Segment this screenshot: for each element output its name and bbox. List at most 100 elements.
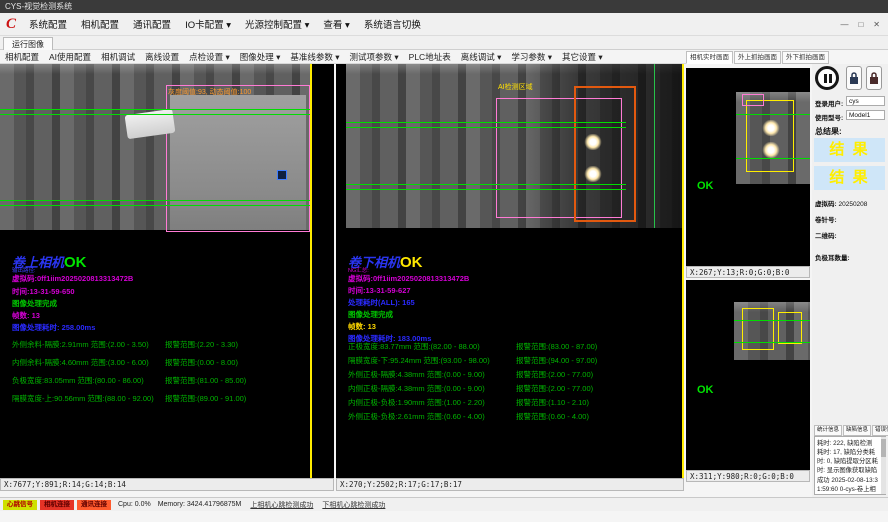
log-tab-strip: 统计信息 缺陷信息 错误信息 xyxy=(814,425,888,436)
roi-box-yellow xyxy=(746,100,794,172)
pause-button[interactable] xyxy=(815,66,839,90)
scrollbar-thumb[interactable] xyxy=(881,439,886,457)
status-bar: 心跳信号 相机连接 通讯连接 Cpu: 0.0% Memory: 3424.41… xyxy=(0,497,888,511)
measurement-alarm: 报警范围:(81.00 - 85.00) xyxy=(165,375,246,386)
login-user-label: 登录用户: xyxy=(815,98,843,108)
memory-usage: Memory: 3424.41796875M xyxy=(158,501,242,508)
tool-ai-usage-config[interactable]: AI使用配置 xyxy=(44,51,96,63)
menu-bar: C 系统配置 相机配置 通讯配置 IO卡配置 ▾ 光源控制配置 ▾ 查看 ▾ 系… xyxy=(0,13,888,36)
bottom-snapshot-panel[interactable]: OK xyxy=(686,280,810,470)
bottom-camera-total-elapsed: 处理耗时(ALL): 165 xyxy=(348,297,415,308)
measurement-row: 外侧正极-隔膜:4.38mm 范围:(0.00 - 9.00) xyxy=(348,369,485,380)
roi-box-yellow xyxy=(742,308,774,350)
camera-lock-button-2[interactable] xyxy=(866,66,882,90)
baseline-line xyxy=(0,205,310,206)
tool-offline-settings[interactable]: 离线设置 xyxy=(140,51,184,63)
marker-square xyxy=(277,170,287,180)
model-field[interactable]: Model1 xyxy=(846,110,885,120)
menu-item-light-config[interactable]: 光源控制配置 ▾ xyxy=(238,17,316,31)
tab-top-snapshot[interactable]: 外上抓拍画面 xyxy=(734,51,781,64)
bottom-camera-code: 虚拟码:0ff1iim2025020813313472B xyxy=(348,273,469,284)
bottom-camera-frames: 帧数: 13 xyxy=(348,321,376,332)
toolbar: 相机配置 AI使用配置 相机调试 离线设置 点检设置 ▾ 图像处理 ▾ 基准线参… xyxy=(0,50,686,64)
top-snapshot-panel[interactable]: OK xyxy=(686,68,810,266)
top-camera-coord-bar: X:7677;Y:891;R:14;G:14;B:14 xyxy=(0,478,334,491)
tool-other-settings[interactable]: 其它设置 ▾ xyxy=(557,51,608,63)
tool-camera-debug[interactable]: 相机调试 xyxy=(96,51,140,63)
heartbeat-status-badge: 心跳信号 xyxy=(3,500,37,510)
baseline-line xyxy=(736,114,810,115)
tool-baseline-params[interactable]: 基准线参数 ▾ xyxy=(285,51,344,63)
top-camera-time: 时间:13-31-59-650 xyxy=(12,286,75,297)
baseline-line xyxy=(346,127,626,128)
tool-camera-config[interactable]: 相机配置 xyxy=(0,51,44,63)
measurement-row: 内侧正极-负极:1.90mm 范围:(1.00 - 2.20) xyxy=(348,397,485,408)
baseline-line xyxy=(734,342,810,343)
led-glow xyxy=(584,166,602,182)
top-camera-elapsed: 图像处理耗时: 258.00ms xyxy=(12,322,95,333)
maximize-icon[interactable]: □ xyxy=(858,20,863,29)
login-user-field[interactable]: cys xyxy=(846,96,885,106)
log-scrollbar[interactable] xyxy=(881,437,886,494)
qr-code-label: 二维码: xyxy=(815,230,837,240)
tool-learning-params[interactable]: 学习参数 ▾ xyxy=(506,51,557,63)
lock-icon xyxy=(869,71,879,85)
minimize-icon[interactable]: — xyxy=(840,20,848,29)
bottom-camera-image-panel[interactable]: AI检测区域 卷下相机OK NG汇总: 虚拟码:0ff1iim202502081… xyxy=(336,64,684,478)
negative-tab-count-label: 负极耳数量: xyxy=(815,252,850,262)
menu-item-view[interactable]: 查看 ▾ xyxy=(316,17,356,31)
tab-bottom-snapshot[interactable]: 外下抓拍画面 xyxy=(782,51,829,64)
measurement-row: 隔膜宽度-下:95.24mm 范围:(93.00 - 98.00) xyxy=(348,355,490,366)
menu-item-comm-config[interactable]: 通讯配置 xyxy=(126,17,178,31)
close-icon[interactable]: ✕ xyxy=(873,20,880,29)
baseline-line xyxy=(346,122,626,123)
measurement-row: 负极宽度:83.05mm 范围:(80.00 - 86.00) xyxy=(12,375,144,386)
roi-box-yellow xyxy=(778,312,802,344)
tool-test-item-params[interactable]: 测试项参数 ▾ xyxy=(345,51,404,63)
tab-error-info[interactable]: 错误信息 xyxy=(872,425,888,436)
title-bar: CYS-视觉检测系统 xyxy=(0,0,888,13)
roi-box-pink xyxy=(166,85,310,232)
menu-item-language-switch[interactable]: 系统语言切换 xyxy=(357,17,428,31)
bottom-camera-done: 图像处理完成 xyxy=(348,309,393,320)
top-snapshot-result: OK xyxy=(697,180,714,192)
menu-item-system-config[interactable]: 系统配置 xyxy=(22,17,74,31)
top-camera-heartbeat-message: 上相机心跳检测成功 xyxy=(250,500,313,510)
measurement-alarm: 报警范围:(0.60 - 4.00) xyxy=(516,411,589,422)
tab-defect-info[interactable]: 缺陷信息 xyxy=(843,425,871,436)
pin-number-label: 卷针号: xyxy=(815,214,837,224)
camera-lock-button-1[interactable] xyxy=(846,66,862,90)
tab-statistics-info[interactable]: 统计信息 xyxy=(814,425,842,436)
top-camera-done: 图像处理完成 xyxy=(12,298,57,309)
baseline-line xyxy=(346,189,626,190)
lock-icon xyxy=(849,71,859,85)
tool-image-processing[interactable]: 图像处理 ▾ xyxy=(235,51,286,63)
top-camera-image-panel[interactable]: 灰度阈值:93, 动态阈值:100 卷上相机OK 输出路径: 虚拟码:0ff1i… xyxy=(0,64,334,478)
threshold-overlay-label: 灰度阈值:93, 动态阈值:100 xyxy=(168,87,251,97)
tool-spotcheck-settings[interactable]: 点检设置 ▾ xyxy=(184,51,235,63)
top-camera-frames: 帧数: 13 xyxy=(12,310,40,321)
measurement-alarm: 报警范围:(2.20 - 3.30) xyxy=(165,339,238,350)
model-label: 使用型号: xyxy=(815,112,843,122)
baseline-line xyxy=(0,114,310,115)
measurement-alarm: 报警范围:(94.00 - 97.00) xyxy=(516,355,597,366)
menu-item-camera-config[interactable]: 相机配置 xyxy=(74,17,126,31)
tool-plc-address-table[interactable]: PLC地址表 xyxy=(404,51,456,63)
menu-item-io-config[interactable]: IO卡配置 ▾ xyxy=(178,17,238,31)
baseline-line xyxy=(736,158,810,159)
top-snapshot-coord-bar: X:267;Y:13;R:0;G:0;B:0 xyxy=(686,266,810,278)
baseline-line xyxy=(734,320,810,321)
comm-connection-badge: 通讯连接 xyxy=(77,500,111,510)
cpu-usage: Cpu: 0.0% xyxy=(118,501,151,508)
log-output[interactable]: 耗时: 222, 缺陷检测耗时: 17, 缺陷分类耗时: 0, 缺陷提取分区耗时… xyxy=(814,436,886,495)
tab-live-view[interactable]: 相机实时画面 xyxy=(686,51,733,64)
measurement-row: 正极宽度:83.77mm 范围:(82.00 - 88.00) xyxy=(348,341,480,352)
result-badge-bottom: 结 果 xyxy=(814,166,885,190)
top-camera-code: 虚拟码:0ff1iim2025020813313472B xyxy=(12,273,133,284)
reference-line-yellow xyxy=(310,64,312,478)
virtual-code-value: 20250208 xyxy=(838,201,867,208)
reference-line-green xyxy=(654,64,655,228)
measurement-alarm: 报警范围:(89.00 - 91.00) xyxy=(165,393,246,404)
app-logo-icon: C xyxy=(6,16,16,33)
tool-offline-debug[interactable]: 离线调试 ▾ xyxy=(456,51,507,63)
